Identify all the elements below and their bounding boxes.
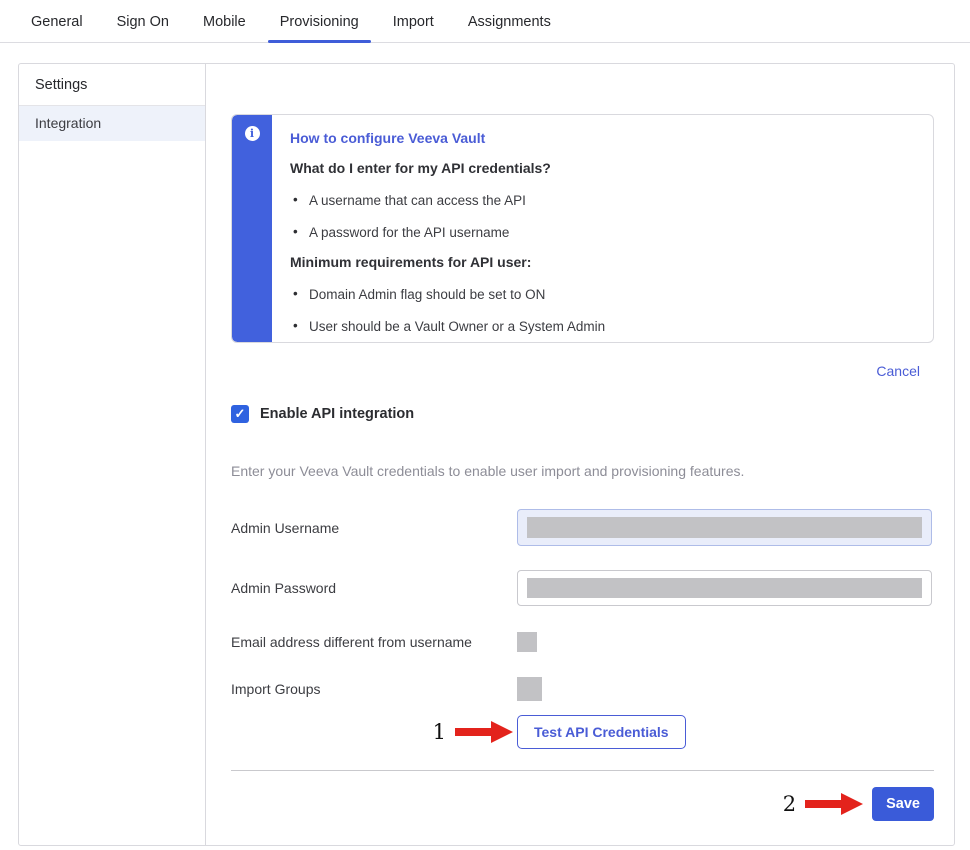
save-row: 2 Save: [231, 787, 934, 821]
import-groups-checkbox[interactable]: [517, 677, 542, 701]
credentials-description: Enter your Veeva Vault credentials to en…: [231, 463, 934, 479]
admin-password-input[interactable]: [517, 570, 932, 606]
admin-username-label: Admin Username: [231, 520, 517, 536]
email-diff-label: Email address different from username: [231, 634, 517, 650]
integration-content: How to configure Veeva Vault What do I e…: [206, 64, 954, 845]
callout-question-1: What do I enter for my API credentials?: [290, 160, 913, 176]
test-api-credentials-button[interactable]: Test API Credentials: [517, 715, 686, 749]
configure-help-link[interactable]: How to configure Veeva Vault: [290, 130, 913, 146]
cancel-row: Cancel: [231, 363, 934, 379]
enable-api-row: Enable API integration: [231, 405, 934, 423]
email-diff-checkbox[interactable]: [517, 632, 537, 652]
provisioning-panel: Settings Integration How to configure Ve…: [18, 63, 955, 846]
callout-body: How to configure Veeva Vault What do I e…: [272, 115, 933, 342]
callout-question-2: Minimum requirements for API user:: [290, 254, 913, 270]
tab-assignments[interactable]: Assignments: [468, 0, 551, 42]
annotation-number-1: 1: [433, 720, 446, 744]
import-groups-label: Import Groups: [231, 681, 517, 697]
bullet-item: A username that can access the API: [290, 193, 913, 208]
annotation-step-2: 2: [783, 792, 863, 816]
red-arrow-icon: [805, 793, 863, 815]
test-credentials-row: 1 Test API Credentials: [231, 715, 934, 749]
save-button[interactable]: Save: [872, 787, 934, 821]
cancel-link[interactable]: Cancel: [876, 363, 920, 379]
info-icon: [245, 126, 260, 141]
admin-username-input[interactable]: [517, 509, 932, 546]
import-groups-row: Import Groups: [231, 677, 934, 701]
bullet-item: User should be a Vault Owner or a System…: [290, 319, 913, 334]
bullet-item: Domain Admin flag should be set to ON: [290, 287, 913, 302]
callout-bullets-1: A username that can access the API A pas…: [290, 193, 913, 240]
admin-username-row: Admin Username: [231, 509, 934, 546]
tab-sign-on[interactable]: Sign On: [117, 0, 169, 42]
callout-bullets-2: Domain Admin flag should be set to ON Us…: [290, 287, 913, 334]
red-arrow-icon: [455, 721, 513, 743]
sidebar-item-integration[interactable]: Integration: [19, 106, 205, 141]
annotation-number-2: 2: [783, 792, 796, 816]
tab-provisioning[interactable]: Provisioning: [280, 0, 359, 42]
redacted-value: [527, 517, 922, 538]
tab-import[interactable]: Import: [393, 0, 434, 42]
settings-sidebar: Settings Integration: [19, 64, 206, 845]
tab-mobile[interactable]: Mobile: [203, 0, 246, 42]
app-tab-bar: General Sign On Mobile Provisioning Impo…: [0, 0, 970, 43]
email-diff-row: Email address different from username: [231, 632, 934, 652]
admin-password-row: Admin Password: [231, 570, 934, 606]
callout-accent-bar: [232, 115, 272, 342]
enable-api-checkbox[interactable]: [231, 405, 249, 423]
sidebar-header: Settings: [19, 64, 205, 106]
tab-general[interactable]: General: [31, 0, 83, 42]
info-callout: How to configure Veeva Vault What do I e…: [231, 114, 934, 343]
admin-password-label: Admin Password: [231, 580, 517, 596]
footer-divider: [231, 770, 934, 771]
redacted-value: [527, 578, 922, 598]
annotation-step-1: 1: [433, 720, 513, 744]
enable-api-label: Enable API integration: [260, 406, 414, 422]
bullet-item: A password for the API username: [290, 225, 913, 240]
